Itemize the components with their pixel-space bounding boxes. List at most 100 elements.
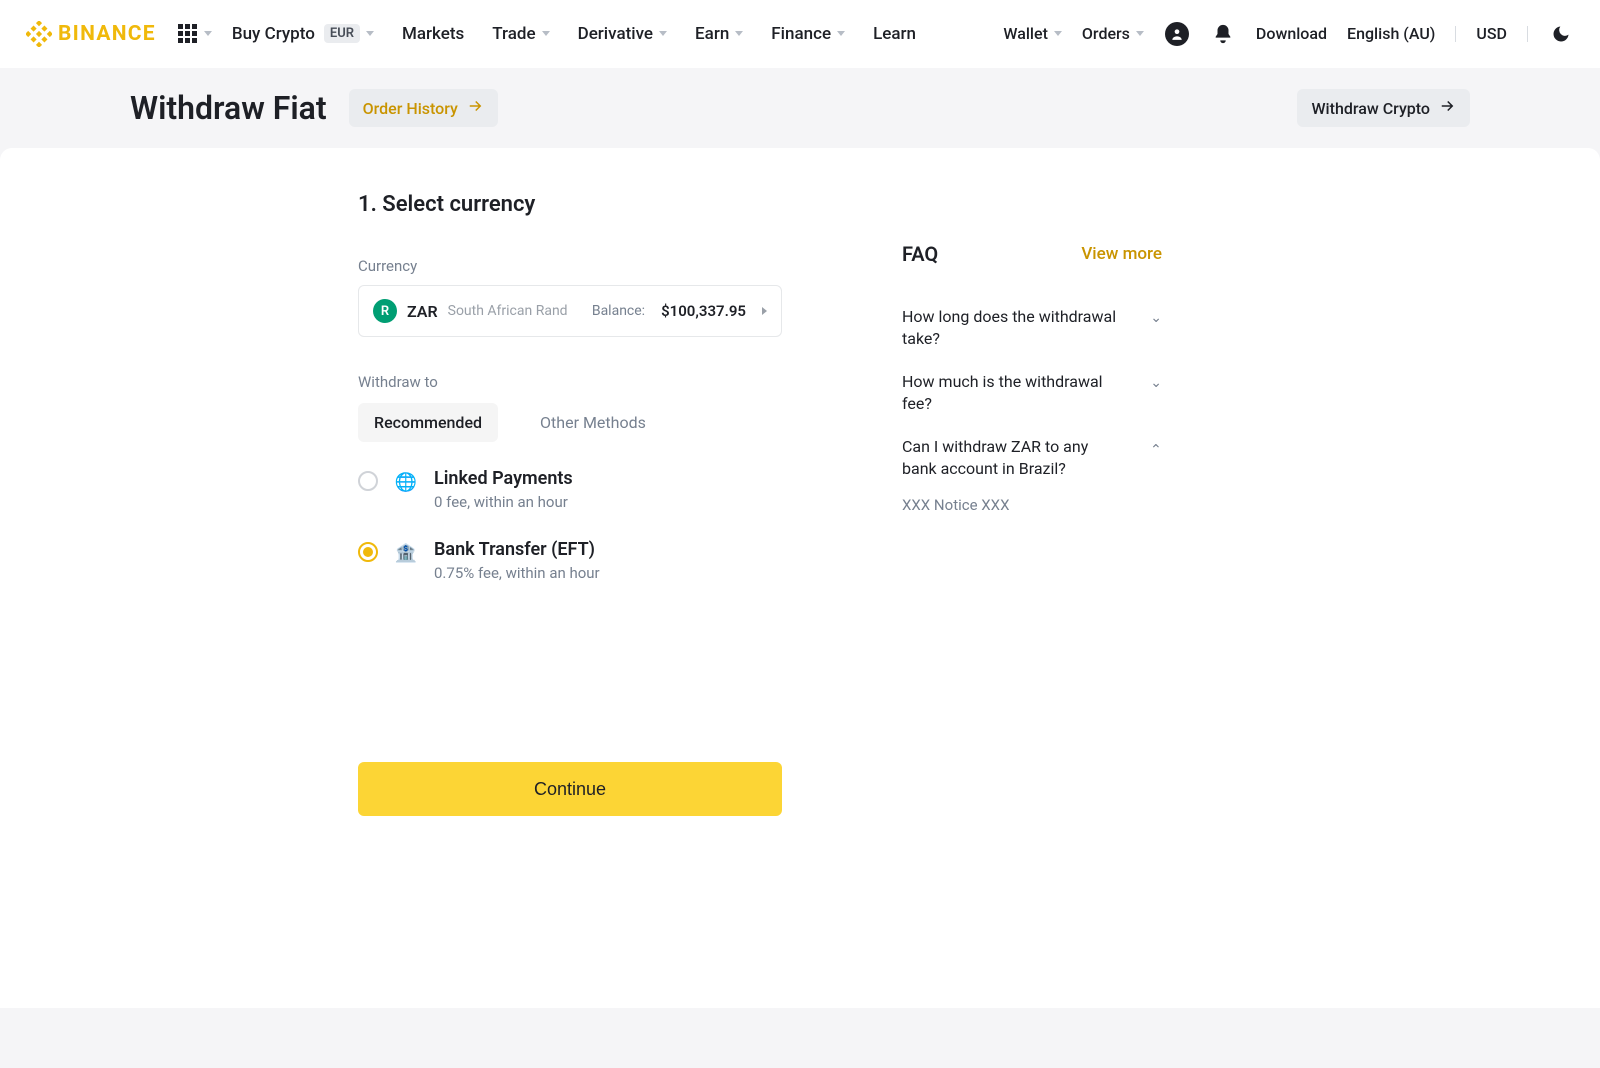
arrow-right-icon: [466, 97, 484, 119]
nav-left: Buy Crypto EUR Markets Trade Derivative …: [232, 24, 1004, 44]
tab-label: Other Methods: [540, 413, 646, 432]
user-icon: [1165, 22, 1189, 46]
grid-icon: [178, 24, 197, 43]
faq-question: Can I withdraw ZAR to any bank account i…: [902, 436, 1122, 481]
nav-right: Wallet Orders Download English (AU) USD: [1003, 21, 1574, 47]
faq-heading: FAQ: [902, 242, 938, 266]
brand-name: BINANCE: [58, 22, 156, 46]
top-nav: BINANCE Buy Crypto EUR Markets Trade Der…: [0, 0, 1600, 68]
nav-label: English (AU): [1347, 24, 1435, 43]
nav-orders[interactable]: Orders: [1082, 24, 1144, 43]
nav-label: Orders: [1082, 24, 1130, 43]
page-title: Withdraw Fiat: [130, 89, 327, 127]
chevron-down-icon: [1136, 31, 1144, 36]
method-linked-payments[interactable]: 🌐 Linked Payments 0 fee, within an hour: [358, 468, 782, 511]
balance-label: Balance:: [592, 303, 645, 319]
divider: [1455, 26, 1456, 42]
method-bank-transfer-eft[interactable]: 🏦 Bank Transfer (EFT) 0.75% fee, within …: [358, 539, 782, 582]
currency-label: Currency: [358, 257, 782, 275]
currency-selector[interactable]: R ZAR South African Rand Balance: $100,3…: [358, 285, 782, 337]
tab-label: Recommended: [374, 413, 482, 432]
nav-label: Trade: [492, 24, 535, 44]
faq-question: How long does the withdrawal take?: [902, 306, 1122, 351]
faq-question: How much is the withdrawal fee?: [902, 371, 1122, 416]
radio-icon: [358, 471, 378, 491]
faq-item[interactable]: Can I withdraw ZAR to any bank account i…: [902, 426, 1162, 491]
faq-column: FAQ View more How long does the withdraw…: [902, 242, 1162, 816]
nav-trade[interactable]: Trade: [492, 24, 549, 44]
currency-badge-icon: R: [373, 299, 397, 323]
bell-icon: [1212, 23, 1234, 45]
nav-label: Learn: [873, 24, 916, 44]
arrow-right-icon: [1438, 97, 1456, 119]
theme-toggle[interactable]: [1548, 21, 1574, 47]
nav-label: USD: [1476, 24, 1507, 43]
nav-label: Earn: [695, 24, 729, 44]
notifications-button[interactable]: [1210, 21, 1236, 47]
content: 1. Select currency Currency R ZAR South …: [0, 148, 1600, 1068]
main-card: 1. Select currency Currency R ZAR South …: [0, 148, 1600, 1008]
chevron-down-icon: [366, 31, 374, 36]
chip-label: Withdraw Crypto: [1311, 99, 1430, 118]
page-header: Withdraw Fiat Order History Withdraw Cry…: [0, 68, 1600, 148]
faq-view-more[interactable]: View more: [1081, 244, 1162, 264]
nav-label: Wallet: [1003, 24, 1048, 43]
chevron-down-icon: ⌄: [1150, 310, 1162, 326]
caret-right-icon: [762, 307, 767, 315]
faq-item[interactable]: How long does the withdrawal take? ⌄: [902, 296, 1162, 361]
binance-logo-icon: [26, 21, 52, 47]
form-column: 1. Select currency Currency R ZAR South …: [358, 192, 782, 816]
method-subtitle: 0 fee, within an hour: [434, 493, 573, 511]
faq-item[interactable]: How much is the withdrawal fee? ⌄: [902, 361, 1162, 426]
nav-label: Markets: [402, 24, 464, 44]
nav-derivative[interactable]: Derivative: [578, 24, 667, 44]
brand-logo[interactable]: BINANCE: [26, 21, 156, 47]
method-title: Linked Payments: [434, 468, 573, 489]
method-tabs: Recommended Other Methods: [358, 403, 782, 442]
chevron-down-icon: [204, 31, 212, 36]
chip-label: Order History: [363, 99, 458, 118]
chevron-down-icon: [659, 31, 667, 36]
chevron-up-icon: ⌄: [1150, 440, 1162, 456]
withdraw-crypto-button[interactable]: Withdraw Crypto: [1297, 89, 1470, 127]
nav-buy-crypto[interactable]: Buy Crypto EUR: [232, 24, 374, 44]
tab-recommended[interactable]: Recommended: [358, 403, 498, 442]
withdraw-to-label: Withdraw to: [358, 373, 782, 391]
method-title: Bank Transfer (EFT): [434, 539, 600, 560]
nav-label: Buy Crypto: [232, 24, 315, 44]
nav-label: Download: [1256, 24, 1327, 43]
step-heading: 1. Select currency: [358, 192, 782, 217]
balance-value: $100,337.95: [661, 302, 746, 320]
nav-learn[interactable]: Learn: [873, 24, 916, 44]
currency-name: South African Rand: [448, 303, 568, 319]
locale-picker[interactable]: English (AU): [1347, 24, 1435, 43]
nav-download[interactable]: Download: [1256, 24, 1327, 43]
account-button[interactable]: [1164, 21, 1190, 47]
method-subtitle: 0.75% fee, within an hour: [434, 564, 600, 582]
chevron-down-icon: [542, 31, 550, 36]
nav-earn[interactable]: Earn: [695, 24, 743, 44]
nav-finance[interactable]: Finance: [771, 24, 845, 44]
order-history-button[interactable]: Order History: [349, 89, 498, 127]
currency-code: ZAR: [407, 302, 438, 321]
chevron-down-icon: [837, 31, 845, 36]
chevron-down-icon: ⌄: [1150, 375, 1162, 391]
divider: [1527, 26, 1528, 42]
moon-icon: [1551, 24, 1571, 44]
nav-wallet[interactable]: Wallet: [1003, 24, 1062, 43]
fiat-picker[interactable]: USD: [1476, 24, 1507, 43]
nav-label: Derivative: [578, 24, 653, 44]
nav-label: Finance: [771, 24, 831, 44]
currency-badge: EUR: [324, 24, 360, 43]
faq-answer: XXX Notice XXX: [902, 490, 1162, 514]
tab-other-methods[interactable]: Other Methods: [524, 403, 662, 442]
chevron-down-icon: [735, 31, 743, 36]
app-switcher[interactable]: [178, 24, 212, 43]
radio-icon: [358, 542, 378, 562]
chevron-down-icon: [1054, 31, 1062, 36]
bank-icon: 🏦: [394, 541, 418, 565]
button-label: Continue: [534, 779, 606, 799]
nav-markets[interactable]: Markets: [402, 24, 464, 44]
globe-icon: 🌐: [394, 470, 418, 494]
continue-button[interactable]: Continue: [358, 762, 782, 816]
